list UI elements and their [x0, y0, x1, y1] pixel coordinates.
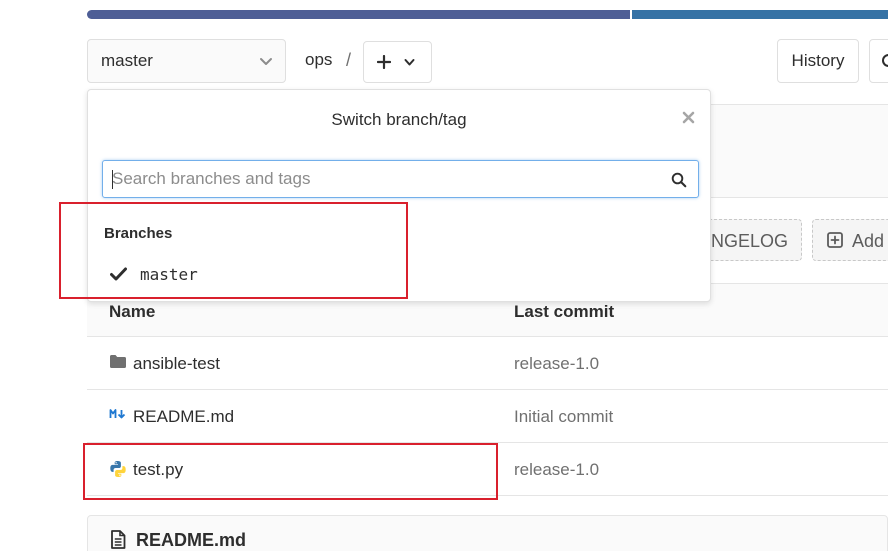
breadcrumb-separator: / — [346, 50, 352, 70]
branch-option-label: master — [140, 264, 198, 284]
python-icon — [110, 461, 126, 477]
file-name-link[interactable]: ansible-test — [133, 354, 220, 374]
history-button-label: History — [791, 51, 845, 70]
add-changelog-label: ANGELOG — [698, 231, 788, 251]
check-icon — [110, 267, 127, 281]
chevron-down-icon — [260, 58, 272, 65]
file-text-icon — [111, 530, 126, 549]
file-name-link[interactable]: README.md — [133, 407, 234, 427]
branches-section-header: Branches — [104, 225, 173, 242]
chevron-down-icon — [404, 59, 415, 66]
folder-icon — [110, 355, 126, 368]
repository-language-bar — [87, 10, 888, 19]
add-to-tree-dropdown[interactable] — [363, 41, 432, 83]
language-segment-primary — [87, 10, 630, 19]
repository-page: master ops / History ANGELOG Add Name La… — [0, 0, 888, 551]
commit-message-link[interactable]: release-1.0 — [514, 354, 599, 374]
markdown-icon — [109, 409, 126, 419]
search-icon — [882, 54, 888, 67]
readme-panel-header: README.md — [87, 515, 888, 551]
switch-branch-dropdown: Switch branch/tag Branches master — [87, 89, 711, 302]
table-row[interactable]: ansible-test release-1.0 — [87, 337, 888, 390]
commit-message-link[interactable]: Initial commit — [514, 407, 613, 427]
branch-search-box[interactable] — [102, 160, 699, 198]
search-icon — [671, 172, 687, 188]
plus-icon — [377, 55, 391, 69]
file-name-link[interactable]: test.py — [133, 460, 183, 480]
table-row[interactable]: test.py release-1.0 — [87, 443, 888, 496]
branch-search-input[interactable] — [112, 161, 662, 197]
commit-message-link[interactable]: release-1.0 — [514, 460, 599, 480]
text-cursor — [112, 170, 113, 189]
plus-square-icon — [827, 232, 843, 248]
branch-option-master[interactable]: master — [110, 262, 198, 286]
add-file-button[interactable]: Add — [812, 219, 888, 261]
add-file-label: Add — [852, 231, 885, 251]
close-icon[interactable] — [682, 111, 695, 124]
branch-selector[interactable]: master — [87, 39, 286, 83]
readme-title: README.md — [136, 530, 247, 550]
language-segment-secondary — [632, 10, 888, 19]
last-commit-panel — [710, 104, 888, 198]
breadcrumb-project[interactable]: ops — [305, 50, 332, 70]
name-column-header: Name — [109, 302, 156, 321]
branch-selector-label: master — [101, 51, 153, 70]
history-button[interactable]: History — [777, 39, 859, 83]
dropdown-title: Switch branch/tag — [331, 110, 467, 129]
find-file-button[interactable] — [869, 39, 888, 83]
table-row[interactable]: README.md Initial commit — [87, 390, 888, 443]
file-tree-table: Name Last commit ansible-test release-1.… — [87, 283, 888, 496]
last-commit-column-header: Last commit — [514, 302, 615, 321]
